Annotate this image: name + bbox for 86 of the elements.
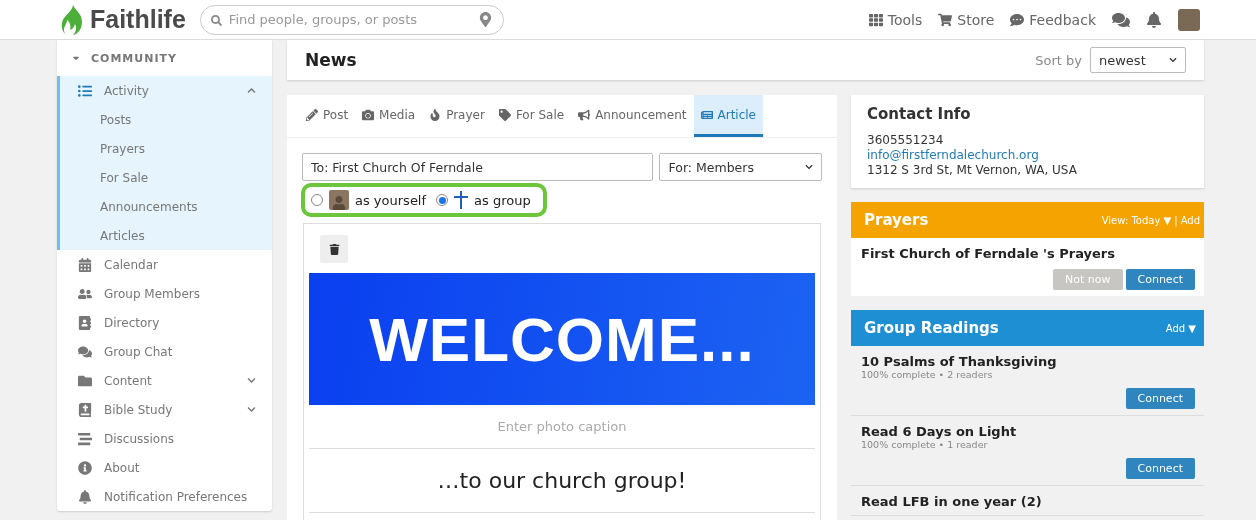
section-header[interactable]: COMMUNITY: [57, 40, 272, 76]
sidebar-item[interactable]: About: [57, 453, 272, 482]
phone-number: 3605551234: [867, 133, 945, 148]
composer-tab[interactable]: Media: [355, 95, 423, 137]
composer-tab[interactable]: Announcement: [571, 95, 694, 137]
sidebar-item[interactable]: Directory: [57, 308, 272, 337]
audience-select[interactable]: For: Members: [659, 153, 822, 181]
discussions-icon: [78, 431, 92, 446]
card-title: Contact Info: [867, 105, 972, 123]
sidebar-item[interactable]: Activity: [57, 76, 272, 105]
user-avatar: [329, 190, 349, 210]
sidebar-subitem[interactable]: Posts: [57, 105, 272, 134]
to-field[interactable]: To: First Church Of Ferndale: [302, 153, 654, 181]
composer-tab[interactable]: Article: [693, 95, 763, 137]
fire-icon: [429, 108, 442, 121]
cart-icon: [938, 12, 953, 27]
sidebar-item[interactable]: Notification Preferences: [57, 482, 272, 511]
search-field[interactable]: Find people, groups, or posts: [199, 4, 504, 35]
sidebar-item[interactable]: Group Chat: [57, 337, 272, 366]
users-icon: [78, 286, 92, 301]
nav-link[interactable]: Store: [938, 11, 995, 28]
sidebar-subitem[interactable]: For Sale: [57, 163, 272, 192]
tag-icon: [498, 108, 511, 121]
folder-icon: [78, 373, 92, 388]
chat-icon: [78, 344, 92, 359]
book-icon: [78, 315, 92, 330]
map-pin-icon[interactable]: [477, 11, 493, 27]
chevron-down-icon: [1169, 56, 1177, 64]
separator-text: |: [1174, 214, 1178, 226]
sidebar-item[interactable]: Calendar: [57, 250, 272, 279]
sort-select[interactable]: newest: [1090, 47, 1186, 73]
cross-icon: [454, 191, 469, 209]
reading-title: Read 6 Days on Light: [861, 424, 1018, 439]
radio-label: as group: [474, 192, 531, 208]
info-icon: [78, 460, 92, 475]
logo-text: Faithlife: [90, 5, 186, 34]
calendar-icon: [78, 257, 92, 272]
reading-title: Read LFB in one year (2): [861, 494, 1043, 509]
chevron-down-icon: [805, 163, 813, 171]
grid-icon: [868, 12, 883, 27]
email-link[interactable]: info@firstferndalechurch.org: [867, 148, 1188, 163]
composer-tab[interactable]: Prayer: [422, 95, 492, 137]
address-text: 1312 S 3rd St, Mt Vernon, WA, USA: [867, 163, 1078, 178]
connect-button[interactable]: Connect: [1125, 388, 1195, 409]
nav-link[interactable]: Feedback: [1010, 11, 1096, 28]
reading-meta: 100% complete • 2 readers: [861, 369, 994, 380]
article-icon: [700, 108, 713, 121]
connect-button[interactable]: Connect: [1125, 269, 1195, 290]
sidebar-subitem[interactable]: Prayers: [57, 134, 272, 163]
sidebar-item[interactable]: Bible Study: [57, 395, 272, 424]
composer-tab[interactable]: For Sale: [491, 95, 572, 137]
caption-field[interactable]: Enter photo caption: [309, 405, 815, 449]
page-title: News: [305, 50, 357, 70]
notifications-icon[interactable]: [1146, 11, 1162, 28]
camera-icon: [362, 108, 375, 121]
bible-icon: [78, 402, 92, 417]
list-icon: [78, 83, 92, 98]
panel-title: Group Readings: [864, 319, 1000, 337]
search-icon: [210, 14, 222, 26]
banner-text: WELCOME...: [369, 303, 755, 375]
sidebar-subitem[interactable]: Announcements: [57, 192, 272, 221]
sidebar-subitem[interactable]: Articles: [57, 221, 272, 250]
article-text: …to our church group!: [309, 449, 815, 513]
sidebar-item[interactable]: Group Members: [57, 279, 272, 308]
add-link[interactable]: Add ▼: [1165, 322, 1196, 334]
chevron-down-icon: [247, 405, 256, 414]
bell-icon: [78, 489, 92, 504]
bullhorn-icon: [578, 108, 591, 121]
user-avatar[interactable]: [1178, 8, 1200, 31]
reading-title: 10 Psalms of Thanksgiving: [861, 354, 1058, 369]
trash-icon: [328, 243, 340, 255]
sidebar-item[interactable]: Discussions: [57, 424, 272, 453]
chat-icon[interactable]: [1112, 10, 1130, 29]
sort-label: Sort by: [1035, 52, 1082, 68]
chevron-up-icon: [247, 86, 256, 95]
delete-button[interactable]: [320, 235, 348, 263]
composer-tab[interactable]: Post: [299, 95, 356, 137]
prayer-list-title: First Church of Ferndale 's Prayers: [861, 246, 1116, 261]
radio-label: as yourself: [355, 192, 427, 208]
connect-button[interactable]: Connect: [1125, 458, 1195, 479]
sidebar-item[interactable]: Content: [57, 366, 272, 395]
nav-link[interactable]: Tools: [868, 11, 923, 28]
chevron-down-icon: [247, 376, 256, 385]
pencil-icon: [306, 108, 318, 121]
panel-title: Prayers: [864, 211, 930, 229]
reading-meta: 100% complete • 1 reader: [861, 439, 989, 450]
